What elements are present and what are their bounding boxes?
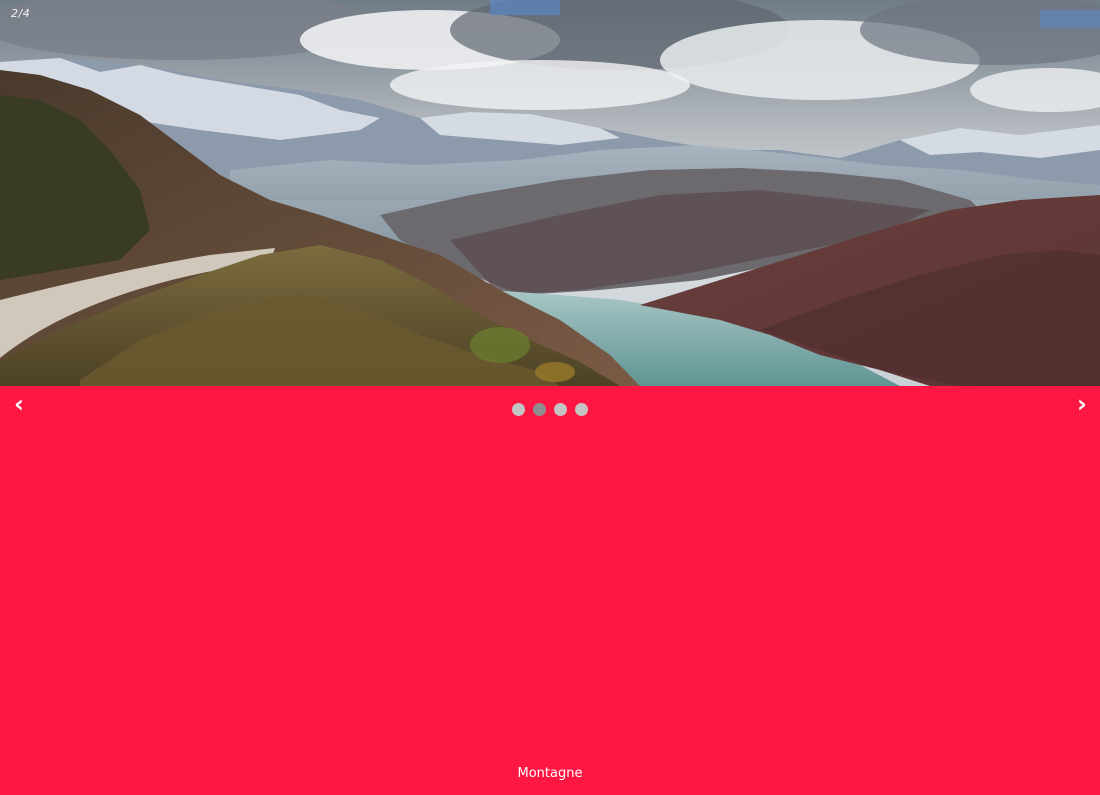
chevron-right-icon: › xyxy=(1077,390,1087,418)
slide-image: 2/4 xyxy=(0,0,1100,386)
slide-dot-2[interactable] xyxy=(533,403,546,416)
mountain-landscape-photo xyxy=(0,0,1100,386)
slide-dot-3[interactable] xyxy=(554,403,567,416)
slide-indicator-dots xyxy=(0,403,1100,416)
slide-counter: 2/4 xyxy=(11,7,31,20)
next-slide-button[interactable]: › xyxy=(1070,392,1094,416)
slide-dot-1[interactable] xyxy=(512,403,525,416)
slideshow: 2/4 ‹ › Montagne xyxy=(0,0,1100,795)
slide-dot-4[interactable] xyxy=(575,403,588,416)
slide-caption: Montagne xyxy=(517,766,583,781)
